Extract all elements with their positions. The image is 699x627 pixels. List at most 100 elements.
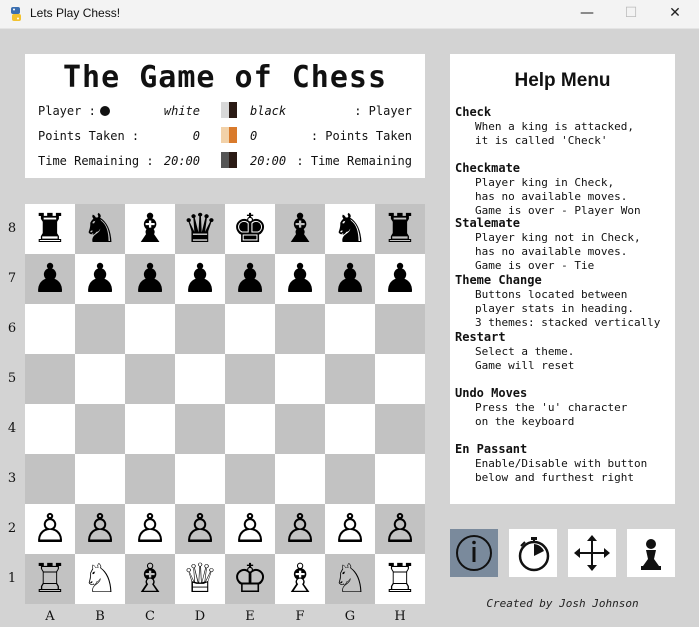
square-c3[interactable]: [125, 454, 175, 504]
black-pawn-icon[interactable]: ♟: [225, 254, 275, 304]
square-d6[interactable]: [175, 304, 225, 354]
square-h1[interactable]: ♖: [375, 554, 425, 604]
square-f6[interactable]: [275, 304, 325, 354]
white-rook-icon[interactable]: ♖: [375, 554, 425, 604]
square-a8[interactable]: ♜: [25, 204, 75, 254]
square-e6[interactable]: [225, 304, 275, 354]
white-knight-icon[interactable]: ♘: [325, 554, 375, 604]
theme-swatch-2-dark[interactable]: [229, 127, 237, 143]
black-pawn-icon[interactable]: ♟: [25, 254, 75, 304]
white-pawn-icon[interactable]: ♙: [125, 504, 175, 554]
square-a5[interactable]: [25, 354, 75, 404]
square-b4[interactable]: [75, 404, 125, 454]
square-b7[interactable]: ♟: [75, 254, 125, 304]
square-c4[interactable]: [125, 404, 175, 454]
square-f8[interactable]: ♝: [275, 204, 325, 254]
white-knight-icon[interactable]: ♘: [75, 554, 125, 604]
square-b3[interactable]: [75, 454, 125, 504]
square-d4[interactable]: [175, 404, 225, 454]
white-bishop-icon[interactable]: ♗: [275, 554, 325, 604]
square-d7[interactable]: ♟: [175, 254, 225, 304]
timer-button[interactable]: [509, 529, 557, 577]
black-pawn-icon[interactable]: ♟: [275, 254, 325, 304]
square-g3[interactable]: [325, 454, 375, 504]
square-c2[interactable]: ♙: [125, 504, 175, 554]
theme-swatch-1-light[interactable]: [221, 102, 229, 118]
square-h6[interactable]: [375, 304, 425, 354]
black-queen-icon[interactable]: ♛: [175, 204, 225, 254]
square-h8[interactable]: ♜: [375, 204, 425, 254]
black-knight-icon[interactable]: ♞: [325, 204, 375, 254]
square-e5[interactable]: [225, 354, 275, 404]
square-g7[interactable]: ♟: [325, 254, 375, 304]
black-king-icon[interactable]: ♚: [225, 204, 275, 254]
square-e2[interactable]: ♙: [225, 504, 275, 554]
maximize-button[interactable]: ☐: [609, 0, 653, 28]
square-e8[interactable]: ♚: [225, 204, 275, 254]
move-button[interactable]: [568, 529, 616, 577]
square-d3[interactable]: [175, 454, 225, 504]
black-bishop-icon[interactable]: ♝: [275, 204, 325, 254]
black-rook-icon[interactable]: ♜: [25, 204, 75, 254]
square-g5[interactable]: [325, 354, 375, 404]
white-pawn-icon[interactable]: ♙: [325, 504, 375, 554]
square-b2[interactable]: ♙: [75, 504, 125, 554]
black-bishop-icon[interactable]: ♝: [125, 204, 175, 254]
square-e4[interactable]: [225, 404, 275, 454]
black-rook-icon[interactable]: ♜: [375, 204, 425, 254]
square-f1[interactable]: ♗: [275, 554, 325, 604]
square-a6[interactable]: [25, 304, 75, 354]
white-pawn-icon[interactable]: ♙: [25, 504, 75, 554]
square-a4[interactable]: [25, 404, 75, 454]
white-pawn-icon[interactable]: ♙: [175, 504, 225, 554]
square-a3[interactable]: [25, 454, 75, 504]
white-king-icon[interactable]: ♔: [225, 554, 275, 604]
square-h5[interactable]: [375, 354, 425, 404]
info-button[interactable]: [450, 529, 498, 577]
theme-swatch-1-dark[interactable]: [229, 102, 237, 118]
square-e3[interactable]: [225, 454, 275, 504]
white-pawn-icon[interactable]: ♙: [375, 504, 425, 554]
white-pawn-icon[interactable]: ♙: [75, 504, 125, 554]
theme-swatch-2-light[interactable]: [221, 127, 229, 143]
white-pawn-icon[interactable]: ♙: [275, 504, 325, 554]
square-d1[interactable]: ♕: [175, 554, 225, 604]
white-rook-icon[interactable]: ♖: [25, 554, 75, 604]
square-f5[interactable]: [275, 354, 325, 404]
square-e1[interactable]: ♔: [225, 554, 275, 604]
square-g1[interactable]: ♘: [325, 554, 375, 604]
square-g6[interactable]: [325, 304, 375, 354]
square-b8[interactable]: ♞: [75, 204, 125, 254]
theme-swatch-3-dark[interactable]: [229, 152, 237, 168]
minimize-button[interactable]: —: [565, 0, 609, 28]
square-g8[interactable]: ♞: [325, 204, 375, 254]
en-passant-button[interactable]: [627, 529, 675, 577]
black-pawn-icon[interactable]: ♟: [75, 254, 125, 304]
black-pawn-icon[interactable]: ♟: [125, 254, 175, 304]
square-f4[interactable]: [275, 404, 325, 454]
square-c6[interactable]: [125, 304, 175, 354]
square-h7[interactable]: ♟: [375, 254, 425, 304]
square-a2[interactable]: ♙: [25, 504, 75, 554]
white-queen-icon[interactable]: ♕: [175, 554, 225, 604]
square-h4[interactable]: [375, 404, 425, 454]
square-f7[interactable]: ♟: [275, 254, 325, 304]
square-f3[interactable]: [275, 454, 325, 504]
square-a7[interactable]: ♟: [25, 254, 75, 304]
close-button[interactable]: ✕: [653, 0, 697, 28]
square-d2[interactable]: ♙: [175, 504, 225, 554]
square-e7[interactable]: ♟: [225, 254, 275, 304]
square-b6[interactable]: [75, 304, 125, 354]
black-pawn-icon[interactable]: ♟: [175, 254, 225, 304]
white-bishop-icon[interactable]: ♗: [125, 554, 175, 604]
square-a1[interactable]: ♖: [25, 554, 75, 604]
square-g2[interactable]: ♙: [325, 504, 375, 554]
square-b1[interactable]: ♘: [75, 554, 125, 604]
square-h3[interactable]: [375, 454, 425, 504]
square-b5[interactable]: [75, 354, 125, 404]
square-c8[interactable]: ♝: [125, 204, 175, 254]
black-pawn-icon[interactable]: ♟: [325, 254, 375, 304]
square-g4[interactable]: [325, 404, 375, 454]
square-c1[interactable]: ♗: [125, 554, 175, 604]
square-d8[interactable]: ♛: [175, 204, 225, 254]
